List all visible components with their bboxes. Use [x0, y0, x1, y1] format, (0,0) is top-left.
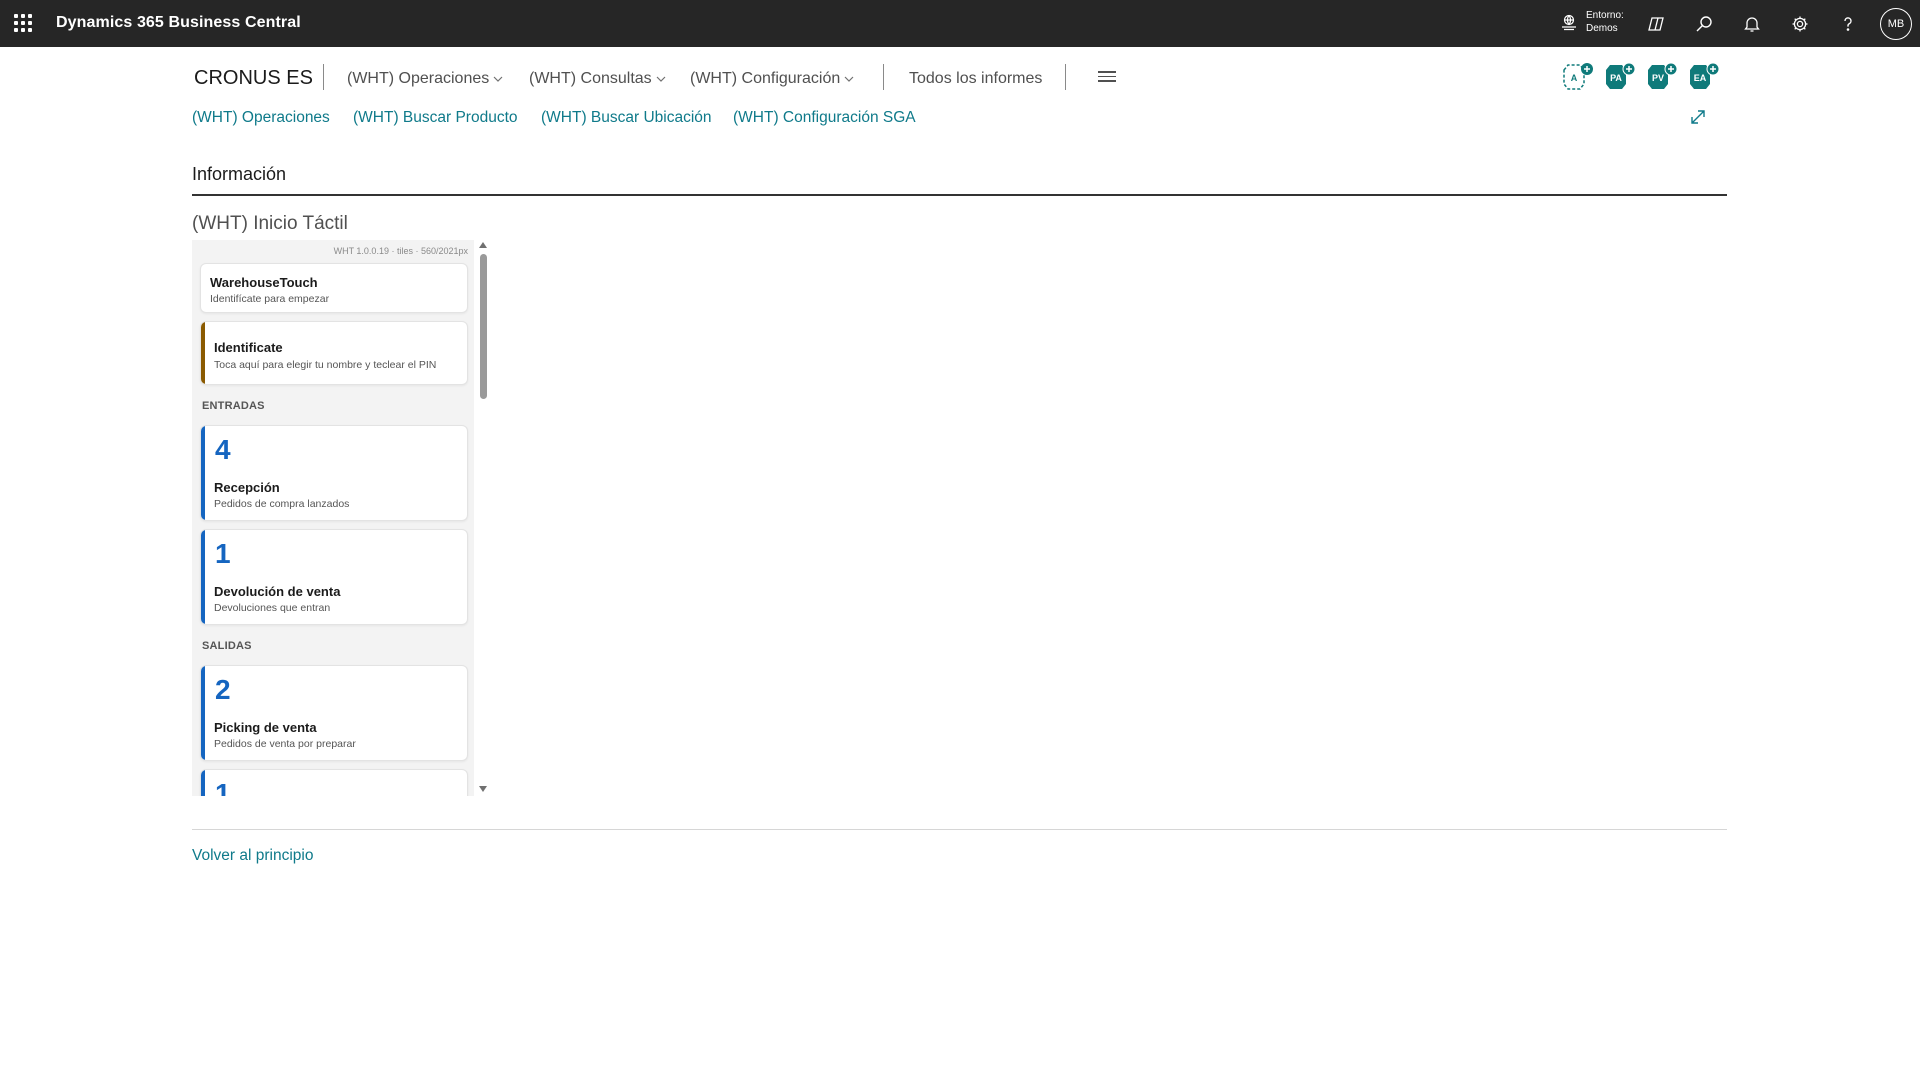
part-title: (WHT) Inicio Táctil [192, 213, 348, 234]
menu-all-reports[interactable]: Todos los informes [909, 70, 1042, 88]
badge-pa[interactable]: PA [1600, 62, 1636, 92]
touch-panel: WHT 1.0.0.19 · tiles · 560/2021px Wareho… [192, 240, 474, 796]
top-bar: Dynamics 365 Business Central Entorno: D… [0, 0, 1920, 47]
menu-wht-consultas[interactable]: (WHT) Consultas [529, 70, 667, 88]
tile-title: Devolución de venta [214, 584, 341, 599]
identify-subtitle: Toca aquí para elegir tu nombre y teclea… [214, 359, 437, 371]
nav-separator [883, 64, 884, 90]
card-accent [201, 770, 205, 796]
company-name[interactable]: CRONUS ES [194, 67, 313, 90]
environment-indicator[interactable]: Entorno: Demos [1560, 9, 1624, 35]
menu-label: (WHT) Consultas [529, 70, 652, 87]
expand-icon[interactable] [1688, 107, 1708, 127]
link-wht-buscar-producto[interactable]: (WHT) Buscar Producto [353, 109, 518, 127]
app-launcher-icon[interactable] [14, 14, 32, 32]
badge-pv[interactable]: PV [1642, 62, 1678, 92]
more-options-icon[interactable] [1098, 71, 1116, 85]
tile-title: Recepción [214, 480, 280, 495]
welcome-subtitle: Identifícate para empezar [210, 293, 330, 305]
tile-partial[interactable]: 1 [200, 769, 468, 796]
badge-label: EA [1694, 73, 1707, 83]
tile-count: 1 [215, 778, 231, 796]
search-icon[interactable] [1693, 13, 1715, 35]
tile-count: 4 [215, 434, 231, 465]
badge-label: A [1571, 73, 1578, 83]
menu-label: (WHT) Operaciones [347, 70, 490, 87]
tile-recepcion[interactable]: 4 Recepción Pedidos de compra lanzados [200, 425, 468, 521]
tile-devolucion-venta[interactable]: 1 Devolución de venta Devoluciones que e… [200, 529, 468, 625]
group-label-salidas: SALIDAS [202, 640, 252, 652]
nav-separator [323, 64, 324, 90]
welcome-title: WarehouseTouch [210, 275, 318, 290]
link-wht-configuracion-sga[interactable]: (WHT) Configuración SGA [733, 109, 916, 127]
nav-separator [1065, 64, 1066, 90]
tile-count: 2 [215, 674, 231, 705]
tile-count: 1 [215, 538, 231, 569]
menu-wht-operaciones[interactable]: (WHT) Operaciones [347, 70, 504, 88]
card-accent [201, 426, 205, 520]
link-wht-buscar-ubicacion[interactable]: (WHT) Buscar Ubicación [541, 109, 712, 127]
badge-ea[interactable]: EA [1684, 62, 1720, 92]
menu-wht-configuracion[interactable]: (WHT) Configuración [690, 70, 855, 88]
section-title[interactable]: Información [192, 164, 286, 185]
notifications-icon[interactable] [1741, 13, 1763, 35]
tile-subtitle: Pedidos de compra lanzados [214, 498, 350, 510]
copilot-icon[interactable] [1645, 13, 1667, 35]
badge-label: PV [1652, 73, 1664, 83]
menu-label: (WHT) Configuración [690, 70, 841, 87]
environment-value: Demos [1586, 23, 1618, 34]
welcome-card[interactable]: WarehouseTouch Identifícate para empezar [200, 263, 468, 313]
tile-picking-venta[interactable]: 2 Picking de venta Pedidos de venta por … [200, 665, 468, 761]
badge-label: PA [1610, 73, 1622, 83]
environment-label: Entorno: [1586, 10, 1624, 21]
card-accent [201, 530, 205, 624]
back-to-top-link[interactable]: Volver al principio [192, 847, 313, 865]
section-divider [192, 194, 1727, 196]
card-accent [201, 666, 205, 760]
tile-title: Picking de venta [214, 720, 317, 735]
badge-a[interactable]: A [1558, 62, 1594, 92]
version-label: WHT 1.0.0.19 · tiles · 560/2021px [333, 246, 468, 256]
chevron-down-icon [656, 76, 666, 82]
settings-icon[interactable] [1789, 13, 1811, 35]
link-wht-operaciones[interactable]: (WHT) Operaciones [192, 109, 330, 127]
identify-title: Identificate [214, 340, 283, 355]
identify-card[interactable]: Identificate Toca aquí para elegir tu no… [200, 321, 468, 385]
help-icon[interactable] [1837, 13, 1859, 35]
tile-subtitle: Devoluciones que entran [214, 602, 331, 614]
scrollbar-thumb[interactable] [480, 254, 487, 399]
footer-divider [192, 829, 1727, 830]
group-label-entradas: ENTRADAS [202, 400, 265, 412]
environment-icon [1562, 14, 1576, 31]
tile-subtitle: Pedidos de venta por preparar [214, 738, 356, 750]
card-accent [201, 322, 205, 384]
chevron-down-icon [844, 76, 854, 82]
app-title[interactable]: Dynamics 365 Business Central [56, 14, 301, 32]
scroll-up-arrow-icon[interactable] [478, 240, 488, 250]
scroll-down-arrow-icon[interactable] [478, 784, 488, 794]
avatar[interactable]: MB [1880, 8, 1912, 40]
chevron-down-icon [493, 76, 503, 82]
